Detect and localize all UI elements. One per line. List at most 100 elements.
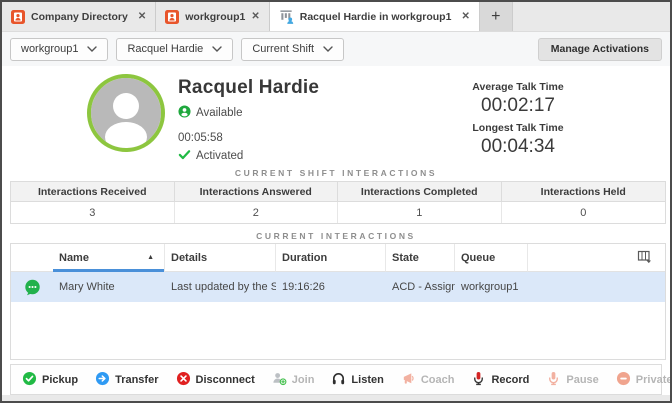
stat-cell: 2 — [175, 202, 339, 223]
mic-pause-icon — [546, 371, 561, 389]
interaction-row[interactable]: Mary White Last updated by the Syste 19:… — [11, 272, 665, 302]
record-button[interactable]: Record — [471, 371, 529, 389]
stat-cell: 3 — [11, 202, 175, 223]
transfer-arrow-icon — [95, 371, 110, 389]
action-label: Private — [636, 374, 672, 386]
column-header-details[interactable]: Details — [165, 244, 276, 272]
stat-value-longest: 00:04:34 — [452, 136, 584, 158]
megaphone-icon — [401, 371, 416, 389]
column-header-label: Name — [59, 252, 89, 264]
disconnect-button[interactable]: Disconnect — [176, 371, 255, 389]
sort-ascending-icon: ▲ — [147, 254, 158, 261]
status-label: Available — [196, 107, 242, 119]
coach-button: Coach — [401, 371, 455, 389]
agent-profile-section: Racquel Hardie Available 00:05:58 Activa… — [2, 66, 670, 166]
shift-dropdown-value: Current Shift — [252, 43, 314, 55]
private-button: Private — [616, 371, 672, 389]
directory-icon — [165, 10, 179, 24]
tab-agent-detail[interactable]: Racquel Hardie in workgroup1 ✕ — [270, 2, 480, 31]
current-interactions-title: CURRENT INTERACTIONS — [2, 231, 670, 241]
cell-state: ACD - Assign... — [386, 272, 455, 302]
stat-cell: 1 — [338, 202, 502, 223]
close-icon[interactable]: ✕ — [251, 11, 259, 22]
available-status-icon — [178, 105, 191, 121]
shift-table-values: 3 2 1 0 — [11, 202, 665, 223]
manage-activations-button[interactable]: Manage Activations — [538, 38, 662, 61]
chevron-down-icon — [323, 43, 333, 55]
tab-workgroup1[interactable]: workgroup1 ✕ — [156, 2, 269, 31]
workgroup-dropdown-value: workgroup1 — [21, 43, 78, 55]
bottom-strip — [2, 395, 670, 401]
sorted-column-indicator — [53, 269, 164, 272]
pickup-check-icon — [22, 371, 37, 389]
stat-cell: 0 — [502, 202, 666, 223]
filter-toolbar: workgroup1 Racquel Hardie Current Shift … — [2, 32, 670, 66]
shift-table-header: Interactions Received Interactions Answe… — [11, 182, 665, 202]
action-label: Listen — [351, 374, 383, 386]
filler-column-header — [528, 244, 623, 272]
chat-icon — [11, 272, 53, 302]
column-header-queue[interactable]: Queue — [455, 244, 528, 272]
talk-time-stats: Average Talk Time 00:02:17 Longest Talk … — [452, 81, 584, 163]
column-header: Interactions Held — [502, 182, 666, 202]
microphone-icon — [471, 371, 486, 389]
close-icon[interactable]: ✕ — [461, 11, 469, 22]
check-icon — [178, 148, 191, 164]
status-row: Available — [178, 105, 319, 121]
column-header: Interactions Completed — [338, 182, 502, 202]
interactions-header-row: Name ▲ Details Duration State Queue — [11, 244, 665, 272]
column-picker-button[interactable] — [623, 244, 665, 272]
current-interactions-table: Name ▲ Details Duration State Queue Mary… — [10, 243, 666, 360]
tab-company-directory[interactable]: Company Directory ✕ — [2, 2, 156, 31]
column-picker-icon — [637, 249, 652, 267]
tab-bar: Company Directory ✕ workgroup1 ✕ Racquel… — [2, 2, 670, 32]
close-icon[interactable]: ✕ — [138, 11, 146, 22]
cell-duration: 19:16:26 — [276, 272, 386, 302]
shift-interactions-title: CURRENT SHIFT INTERACTIONS — [2, 168, 670, 178]
new-tab-button[interactable]: + — [480, 2, 513, 31]
stat-label-longest: Longest Talk Time — [452, 122, 584, 134]
agent-stats-icon — [279, 9, 294, 24]
disconnect-x-icon — [176, 371, 191, 389]
shift-dropdown[interactable]: Current Shift — [241, 38, 344, 61]
join-person-plus-icon — [272, 371, 287, 389]
column-header: Interactions Answered — [175, 182, 339, 202]
action-label: Disconnect — [196, 374, 255, 386]
action-label: Pickup — [42, 374, 78, 386]
chevron-down-icon — [212, 43, 222, 55]
shift-interactions-table: Interactions Received Interactions Answe… — [10, 181, 666, 224]
minus-circle-icon — [616, 371, 631, 389]
cell-queue: workgroup1 — [455, 272, 528, 302]
cell-details: Last updated by the Syste — [165, 272, 276, 302]
tab-label: workgroup1 — [185, 11, 245, 23]
column-header-name[interactable]: Name ▲ — [53, 244, 165, 272]
column-header-state[interactable]: State — [386, 244, 455, 272]
headphones-icon — [331, 371, 346, 389]
action-label: Pause — [566, 374, 598, 386]
join-button: Join — [272, 371, 315, 389]
supervisor-window: Company Directory ✕ workgroup1 ✕ Racquel… — [0, 0, 672, 403]
action-label: Transfer — [115, 374, 158, 386]
directory-icon — [11, 10, 25, 24]
agent-dropdown[interactable]: Racquel Hardie — [116, 38, 233, 61]
status-duration: 00:05:58 — [178, 132, 319, 144]
interaction-action-bar: Pickup Transfer Disconnect Join Listen C… — [10, 364, 662, 395]
cell-filler — [623, 272, 665, 302]
column-header: Interactions Received — [11, 182, 175, 202]
transfer-button[interactable]: Transfer — [95, 371, 158, 389]
avatar — [86, 73, 166, 153]
tab-label: Racquel Hardie in workgroup1 — [300, 11, 452, 23]
agent-name: Racquel Hardie — [178, 77, 319, 99]
pickup-button[interactable]: Pickup — [22, 371, 78, 389]
agent-info: Racquel Hardie Available 00:05:58 Activa… — [178, 77, 319, 164]
cell-filler — [528, 272, 623, 302]
listen-button[interactable]: Listen — [331, 371, 383, 389]
action-label: Coach — [421, 374, 455, 386]
activation-label: Activated — [196, 150, 243, 162]
icon-column-header — [11, 244, 53, 272]
column-header-duration[interactable]: Duration — [276, 244, 386, 272]
cell-name: Mary White — [53, 272, 165, 302]
workgroup-dropdown[interactable]: workgroup1 — [10, 38, 108, 61]
activation-row: Activated — [178, 148, 319, 164]
agent-dropdown-value: Racquel Hardie — [127, 43, 203, 55]
